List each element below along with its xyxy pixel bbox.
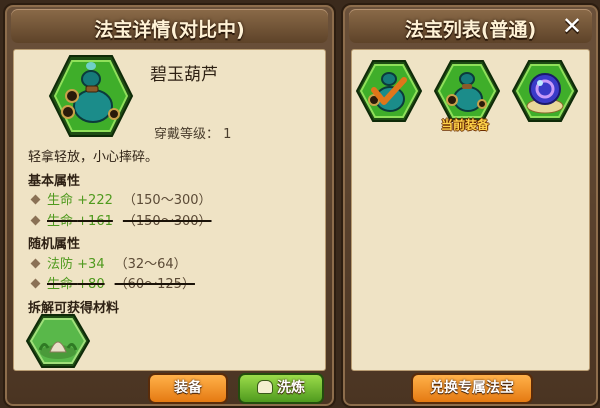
equip-level-value: 1: [223, 127, 232, 142]
current-equipped-label: 当前装备: [441, 118, 490, 132]
detail-title-bar: 法宝详情(对比中): [11, 9, 328, 43]
bullet-icon: [30, 194, 41, 205]
refine-button-label: 洗炼: [277, 380, 305, 396]
gourd-item-icon[interactable]: [356, 60, 422, 122]
equip-level: 穿戴等级： 1: [154, 123, 231, 142]
random-attr-title: 随机属性: [28, 237, 81, 252]
teapot-icon: [257, 380, 273, 394]
random-attr-row-compare: 生命 +80 （60～125）: [30, 273, 195, 292]
blue-orb-icon[interactable]: [512, 60, 578, 122]
treasure-list-panel: 法宝列表(普通) ✕ 当前装备 兑换专属法宝: [341, 3, 600, 408]
jade-gourd-icon: [48, 55, 134, 137]
base-attr-title: 基本属性: [28, 174, 81, 189]
material-icon[interactable]: [26, 314, 90, 368]
bullet-icon: [30, 215, 41, 226]
list-content: 当前装备: [351, 49, 590, 371]
bullet-icon: [30, 258, 41, 269]
base-attr-row-compare: 生命 +161 （150～300）: [30, 210, 212, 229]
detail-content: 碧玉葫芦 穿戴等级： 1 轻拿轻放，小心摔碎。 基本属性 生命 +222 （150…: [13, 49, 326, 371]
treasure-detail-panel: 法宝详情(对比中) 碧玉葫芦 穿戴等级： 1 轻拿轻放，小心摔碎。 基本属性 生…: [3, 3, 336, 408]
exchange-exclusive-button[interactable]: 兑换专属法宝: [411, 373, 533, 404]
base-attr-row: 生命 +222 （150～300）: [30, 189, 212, 208]
refine-button[interactable]: 洗炼: [238, 373, 324, 404]
list-title: 法宝列表(普通): [404, 19, 537, 41]
item-name: 碧玉葫芦: [150, 65, 218, 85]
item-description: 轻拿轻放，小心摔碎。: [28, 150, 159, 165]
gourd-equipped-icon[interactable]: [434, 60, 500, 122]
close-button[interactable]: ✕: [558, 13, 586, 39]
list-title-bar: 法宝列表(普通) ✕: [349, 9, 592, 43]
detail-title: 法宝详情(对比中): [94, 19, 245, 41]
equip-level-label: 穿戴等级：: [154, 127, 220, 142]
bullet-icon: [30, 278, 41, 289]
equip-button[interactable]: 装备: [148, 373, 228, 404]
random-attr-row: 法防 +34 （32～64）: [30, 253, 187, 272]
